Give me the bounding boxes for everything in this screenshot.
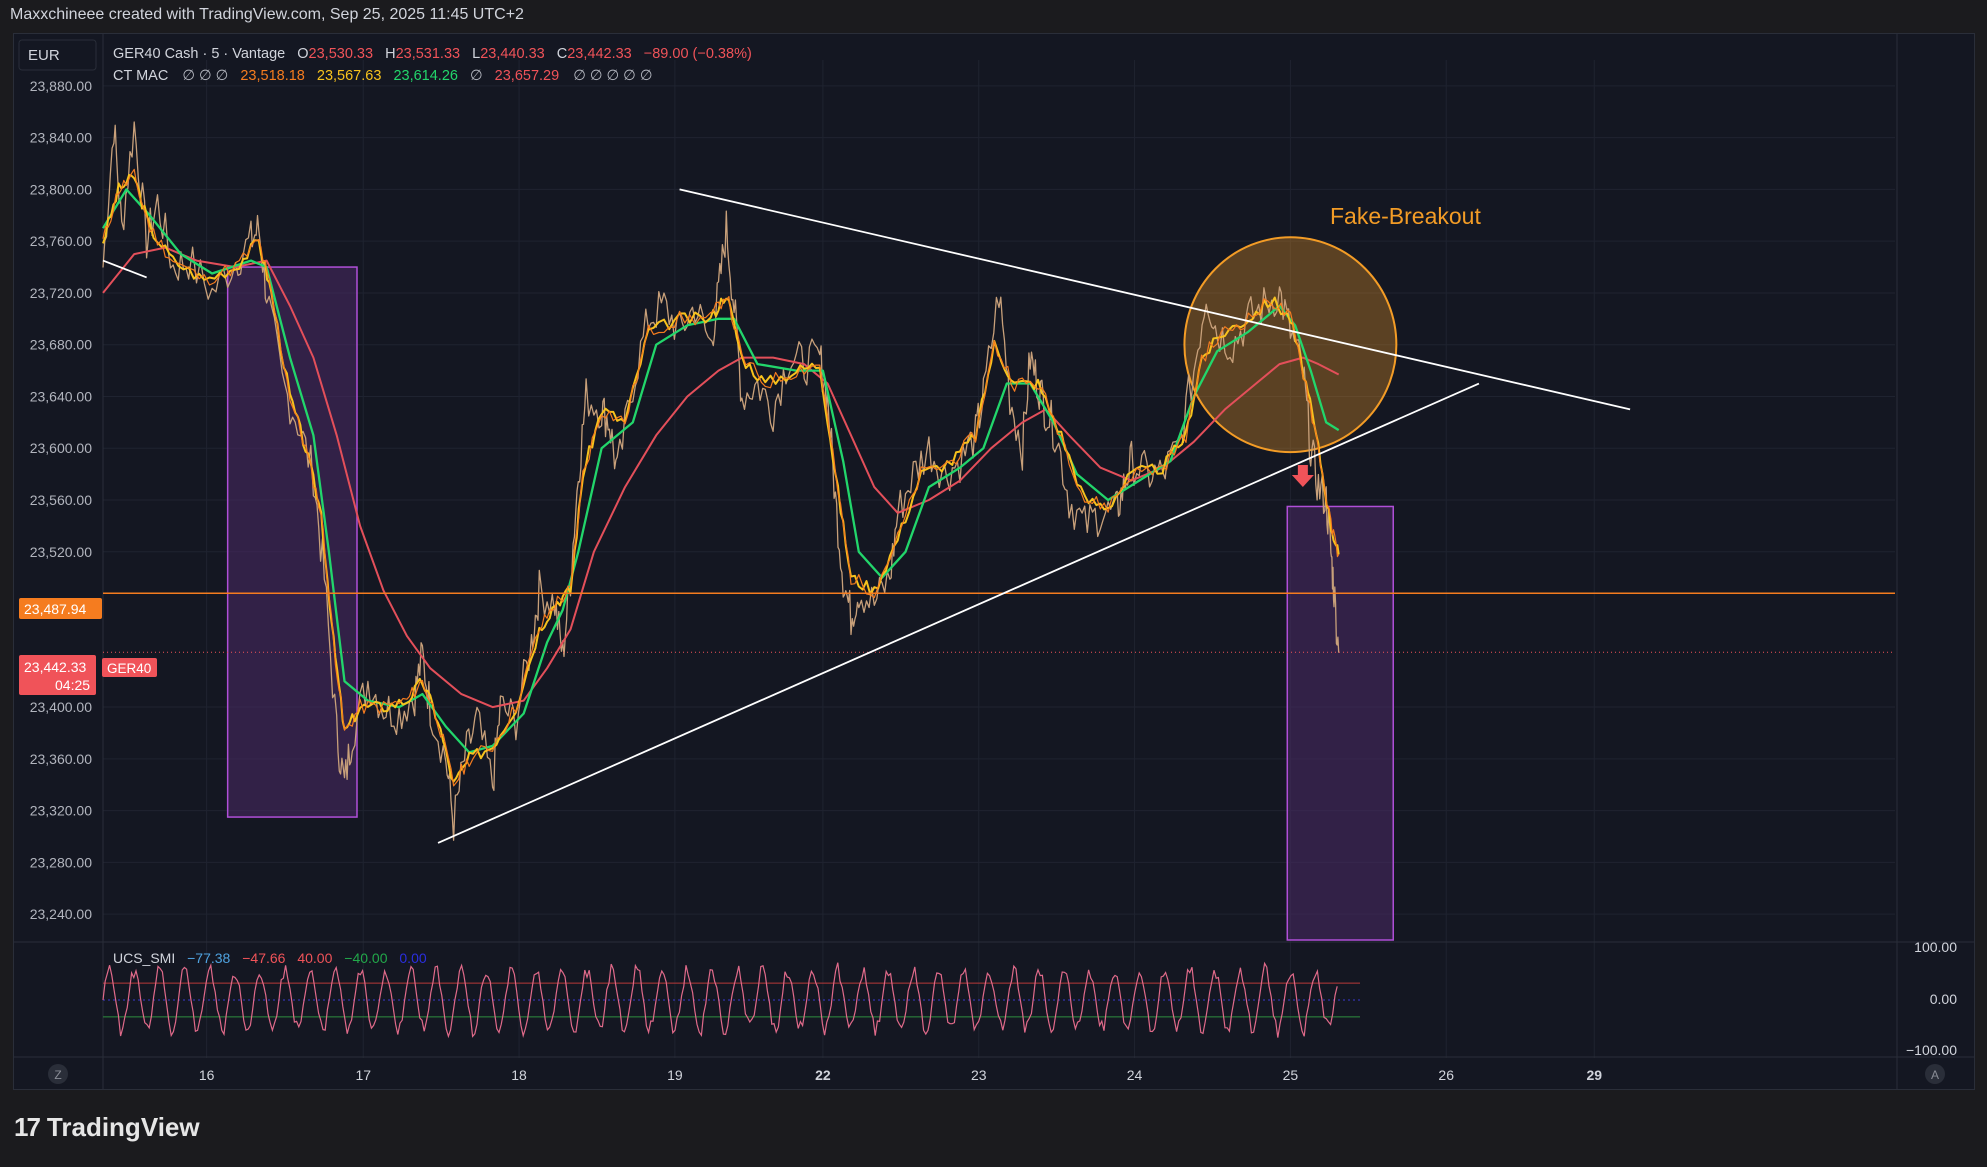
zoom-button-label: Z (54, 1068, 61, 1082)
symbol-legend: GER40 Cash · 5 · Vantage O23,530.33 H23,… (113, 46, 752, 62)
osc-value-1: −77.38 (187, 950, 230, 966)
y-tick-label: 23,840.00 (30, 130, 92, 146)
y-tick-label: 23,600.00 (30, 440, 92, 456)
y-tick-label: 23,760.00 (30, 233, 92, 249)
x-tick-label: 22 (815, 1067, 831, 1083)
currency-label: EUR (28, 47, 60, 64)
indicator-name: CT MAC (113, 68, 168, 84)
x-tick-label: 18 (511, 1067, 527, 1083)
current-price-text: 23,442.33 (24, 659, 86, 675)
y-tick-label: 23,520.00 (30, 544, 92, 560)
osc-value-5: 0.00 (399, 950, 426, 966)
x-tick-label: 24 (1127, 1067, 1143, 1083)
x-tick-label: 19 (667, 1067, 683, 1083)
oscillator-legend: UCS_SMI −77.38 −47.66 40.00 −40.00 0.00 (113, 950, 427, 966)
x-tick-label: 16 (199, 1067, 215, 1083)
osc-name: UCS_SMI (113, 950, 175, 966)
x-tick-label: 25 (1283, 1067, 1299, 1083)
ma-separator: ∅ (470, 68, 483, 84)
low-value: 23,440.33 (480, 46, 545, 62)
chart-canvas[interactable]: 23,880.00 23,840.00 23,800.00 23,760.00 23,7… (0, 0, 1987, 1167)
y-tick-label: 23,800.00 (30, 181, 92, 197)
high-label: H (385, 46, 395, 62)
trendline (102, 259, 147, 279)
tradingview-footer[interactable]: 17 TradingView (14, 1112, 200, 1143)
open-value: 23,530.33 (309, 46, 374, 62)
indicator-suffix: ∅ ∅ ∅ ∅ ∅ (573, 68, 652, 84)
y-tick-label: 23,640.00 (30, 388, 92, 404)
y-tick-label: 23,280.00 (30, 854, 92, 870)
low-label: L (472, 46, 480, 62)
osc-value-3: 40.00 (297, 950, 332, 966)
y-tick-label: 23,360.00 (30, 751, 92, 767)
highlight-box (1286, 505, 1394, 941)
fake-breakout-label[interactable]: Fake-Breakout (1330, 203, 1481, 229)
auto-scale-label: A (1931, 1068, 1939, 1082)
countdown-text: 04:25 (55, 677, 90, 693)
high-value: 23,531.33 (396, 46, 461, 62)
price-axis[interactable]: 23,880.00 23,840.00 23,800.00 23,760.00 23,7… (30, 78, 92, 922)
indicator-prefix: ∅ ∅ ∅ (182, 68, 228, 84)
time-axis[interactable]: 16 17 18 19 22 23 24 25 26 29 (199, 1067, 1602, 1083)
tradingview-brand: TradingView (46, 1112, 200, 1142)
indicator-legend: CT MAC ∅ ∅ ∅ 23,518.18 23,567.63 23,614.… (113, 68, 652, 84)
osc-axis-mid: 0.00 (1930, 991, 1957, 1007)
chart-series (102, 121, 1895, 841)
osc-value-2: −47.66 (242, 950, 285, 966)
ma4-value: 23,657.29 (495, 68, 560, 84)
down-arrow-icon (1291, 465, 1314, 488)
osc-axis-bottom: −100.00 (1906, 1042, 1957, 1058)
close-value: 23,442.33 (567, 46, 632, 62)
y-tick-label: 23,400.00 (30, 699, 92, 715)
y-tick-label: 23,240.00 (30, 906, 92, 922)
change-value: −89.00 (−0.38%) (644, 46, 752, 62)
tradingview-logo-icon: 17 (14, 1112, 41, 1142)
ma3-value: 23,614.26 (393, 68, 458, 84)
y-tick-label: 23,680.00 (30, 337, 92, 353)
symbol-name: GER40 Cash · 5 · Vantage (113, 46, 285, 62)
osc-axis-top: 100.00 (1914, 939, 1957, 955)
open-label: O (297, 46, 308, 62)
x-tick-label: 29 (1586, 1067, 1602, 1083)
y-tick-label: 23,880.00 (30, 78, 92, 94)
x-tick-label: 17 (355, 1067, 371, 1083)
close-label: C (557, 46, 567, 62)
oscillator-pane (102, 961, 1360, 1039)
y-tick-label: 23,720.00 (30, 285, 92, 301)
ma2-value: 23,567.63 (317, 68, 382, 84)
level-price-text: 23,487.94 (24, 601, 86, 617)
y-tick-label: 23,320.00 (30, 803, 92, 819)
x-tick-label: 23 (971, 1067, 987, 1083)
osc-value-4: −40.00 (344, 950, 387, 966)
y-tick-label: 23,560.00 (30, 492, 92, 508)
ma1-value: 23,518.18 (240, 68, 305, 84)
x-tick-label: 26 (1438, 1067, 1454, 1083)
symbol-tag-text: GER40 (107, 661, 151, 676)
